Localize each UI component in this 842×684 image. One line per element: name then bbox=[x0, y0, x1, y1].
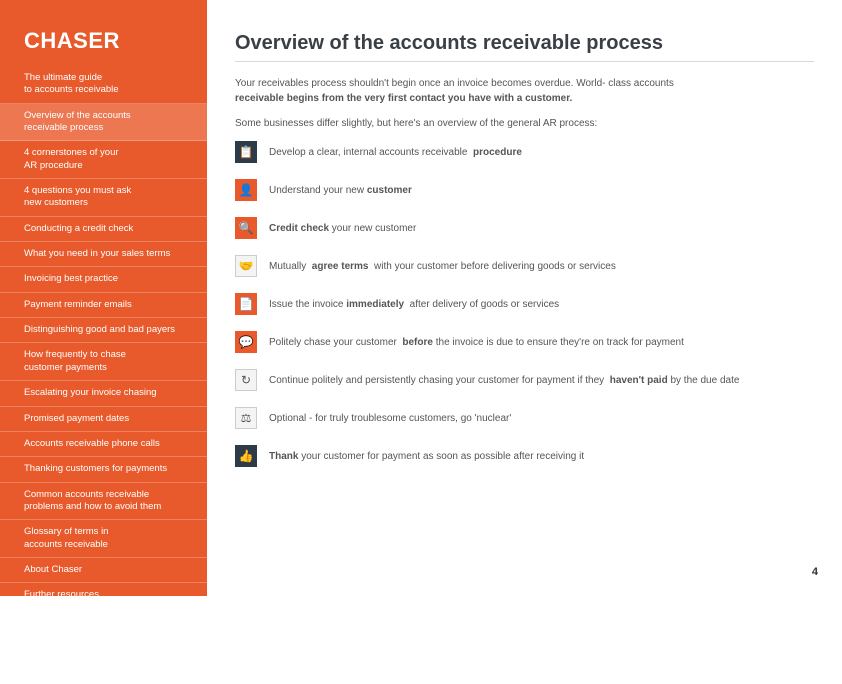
nav-item-11[interactable]: Promised payment dates bbox=[0, 407, 207, 432]
step-icon: 📋 bbox=[235, 141, 257, 163]
nav-item-18[interactable]: Sources bbox=[0, 609, 207, 634]
footer-title: Ultimate guide to accounts receivable bbox=[24, 646, 183, 671]
nav-item-9[interactable]: How frequently to chasecustomer payments bbox=[0, 343, 207, 381]
nav-item-14[interactable]: Common accounts receivableproblems and h… bbox=[0, 483, 207, 521]
nav-item-2[interactable]: 4 cornerstones of yourAR procedure bbox=[0, 141, 207, 179]
divider bbox=[235, 61, 814, 62]
step-icon: 🔍 bbox=[235, 217, 257, 239]
step-icon: 🤝 bbox=[235, 255, 257, 277]
nav-item-13[interactable]: Thanking customers for payments bbox=[0, 457, 207, 482]
nav-item-5[interactable]: What you need in your sales terms bbox=[0, 242, 207, 267]
step-text: Continue politely and persistently chasi… bbox=[269, 375, 739, 386]
page-title: Overview of the accounts receivable proc… bbox=[235, 32, 814, 55]
step-5: 💬 Politely chase your customer before the… bbox=[235, 331, 814, 353]
step-text: Understand your new customer bbox=[269, 185, 412, 196]
step-icon: 👍 bbox=[235, 445, 257, 467]
step-icon: 👤 bbox=[235, 179, 257, 201]
nav-item-8[interactable]: Distinguishing good and bad payers bbox=[0, 318, 207, 343]
sidebar-footer: Ultimate guide to accounts receivable © … bbox=[0, 634, 207, 684]
step-1: 👤 Understand your new customer bbox=[235, 179, 814, 201]
nav-list: The ultimate guideto accounts receivable… bbox=[0, 66, 207, 634]
step-text: Politely chase your customer before the … bbox=[269, 337, 684, 348]
step-6: ↻ Continue politely and persistently chas… bbox=[235, 369, 814, 391]
step-0: 📋 Develop a clear, internal accounts rece… bbox=[235, 141, 814, 163]
nav-item-4[interactable]: Conducting a credit check bbox=[0, 217, 207, 242]
step-text: Optional - for truly troublesome custome… bbox=[269, 413, 511, 424]
nav-item-16[interactable]: About Chaser bbox=[0, 558, 207, 583]
step-text: Mutually agree terms with your customer … bbox=[269, 261, 616, 272]
step-3: 🤝 Mutually agree terms with your customer… bbox=[235, 255, 814, 277]
step-list: 📋 Develop a clear, internal accounts rece… bbox=[235, 141, 814, 467]
page-number: 4 bbox=[812, 566, 818, 578]
step-text: Develop a clear, internal accounts recei… bbox=[269, 147, 522, 158]
step-4: 📄 Issue the invoice immediately after del… bbox=[235, 293, 814, 315]
step-icon: 💬 bbox=[235, 331, 257, 353]
step-8: 👍 Thank your customer for payment as soon… bbox=[235, 445, 814, 467]
step-text: Issue the invoice immediately after deli… bbox=[269, 299, 559, 310]
nav-item-3[interactable]: 4 questions you must asknew customers bbox=[0, 179, 207, 217]
nav-item-10[interactable]: Escalating your invoice chasing bbox=[0, 381, 207, 406]
step-icon: 📄 bbox=[235, 293, 257, 315]
nav-item-1[interactable]: Overview of the accountsreceivable proce… bbox=[0, 104, 207, 142]
intro-text: Your receivables process shouldn't begin… bbox=[235, 76, 814, 106]
step-2: 🔍 Credit check your new customer bbox=[235, 217, 814, 239]
nav-item-6[interactable]: Invoicing best practice bbox=[0, 267, 207, 292]
nav-item-12[interactable]: Accounts receivable phone calls bbox=[0, 432, 207, 457]
subintro-text: Some businesses differ slightly, but her… bbox=[235, 116, 814, 131]
step-text: Thank your customer for payment as soon … bbox=[269, 451, 584, 462]
logo: CHASER bbox=[0, 28, 207, 66]
step-7: ⚖ Optional - for truly troublesome custom… bbox=[235, 407, 814, 429]
step-icon: ↻ bbox=[235, 369, 257, 391]
main-content: Overview of the accounts receivable proc… bbox=[207, 0, 842, 596]
nav-item-0[interactable]: The ultimate guideto accounts receivable bbox=[0, 66, 207, 104]
sidebar: CHASER The ultimate guideto accounts rec… bbox=[0, 0, 207, 596]
footer-copyright: © 2022 Chaser. All rights reserved. bbox=[24, 671, 183, 684]
step-icon: ⚖ bbox=[235, 407, 257, 429]
nav-item-7[interactable]: Payment reminder emails bbox=[0, 293, 207, 318]
step-text: Credit check your new customer bbox=[269, 223, 416, 234]
nav-item-15[interactable]: Glossary of terms inaccounts receivable bbox=[0, 520, 207, 558]
